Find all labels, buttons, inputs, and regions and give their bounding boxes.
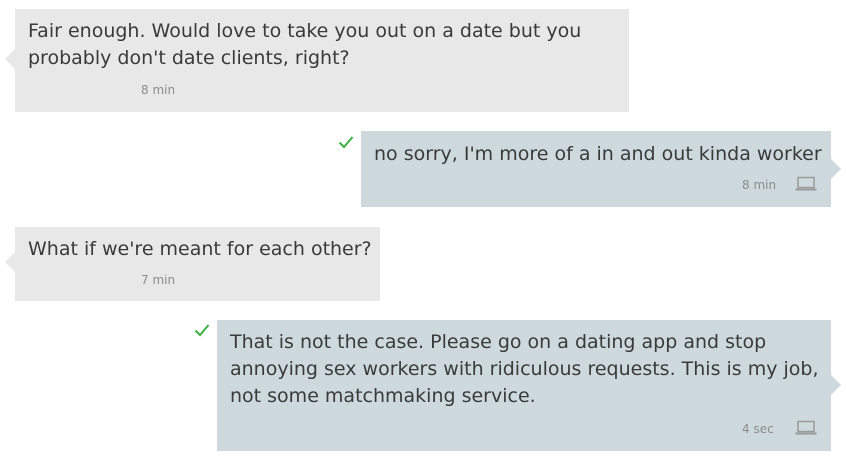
incoming-message: Fair enough. Would love to take you out … [5,9,629,112]
message-timestamp: 7 min [141,273,176,287]
outgoing-message: That is not the case. Please go on a dat… [217,320,841,451]
laptop-icon [795,176,817,191]
laptop-icon [795,420,817,435]
chat-thread: Fair enough. Would love to take you out … [0,0,846,471]
message-timestamp: 8 min [141,83,176,97]
check-icon [194,324,210,337]
message-text-line: Fair enough. Would love to take you out … [28,20,582,42]
message-text-line: That is not the case. Please go on a dat… [230,331,767,353]
message-text-line: no sorry, I'm more of a in and out kinda… [374,143,822,165]
message-text-line: What if we're meant for each other? [28,238,372,260]
message-text-line: not some matchmaking service. [230,385,536,407]
check-icon [338,136,354,149]
message-text-line: annoying sex workers with ridiculous req… [230,358,819,380]
incoming-message: What if we're meant for each other? 7 mi… [5,227,380,301]
message-timestamp: 4 sec [742,422,774,436]
message-text-line: probably don't date clients, right? [28,47,350,69]
outgoing-message: no sorry, I'm more of a in and out kinda… [361,131,841,207]
message-timestamp: 8 min [742,178,777,192]
